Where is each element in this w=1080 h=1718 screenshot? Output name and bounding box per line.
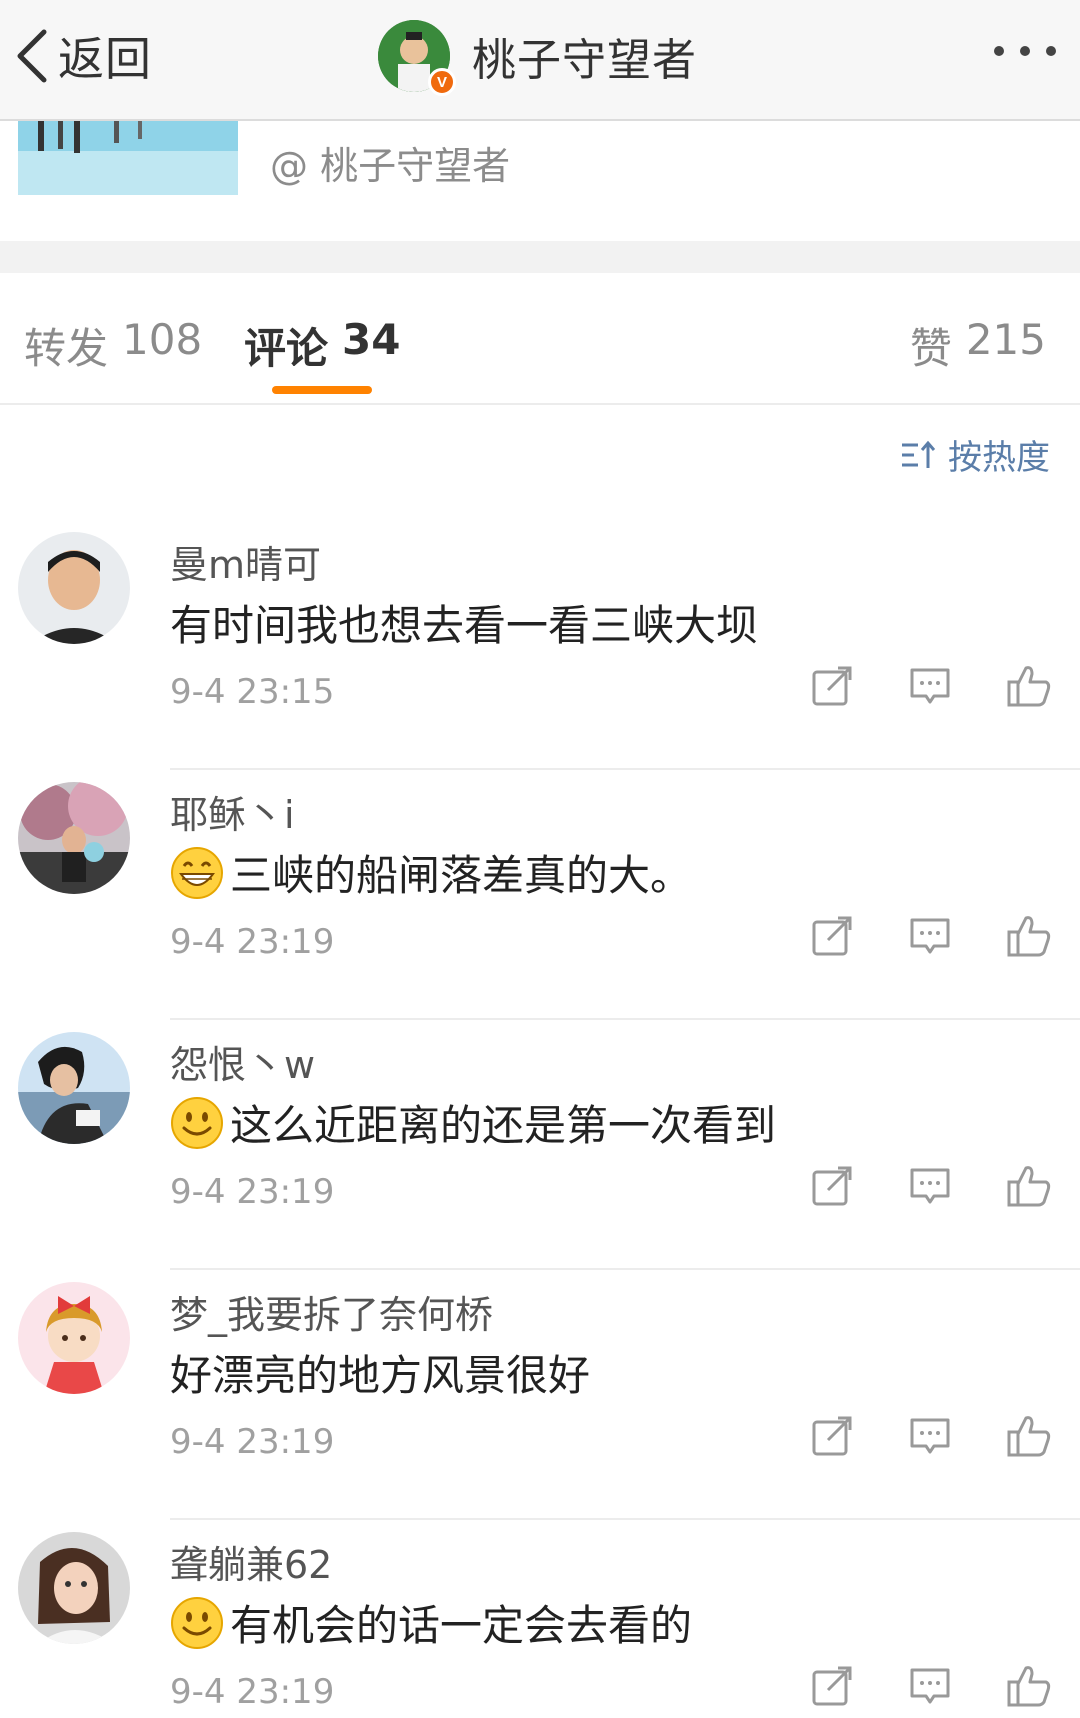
tab-likes-count: 215 (965, 315, 1046, 364)
share-icon[interactable] (810, 1414, 854, 1458)
comment-text: 三峡的船闸落差真的大。 (170, 842, 692, 903)
share-icon[interactable] (810, 914, 854, 958)
tab-comments[interactable]: 评论 34 (244, 315, 400, 376)
verified-badge: V (428, 68, 456, 96)
comment-text: 好漂亮的地方风景很好 (170, 1342, 590, 1403)
smile-emoji-icon (171, 1096, 223, 1149)
tab-likes[interactable]: 赞 215 (910, 315, 1046, 376)
tab-reposts-count: 108 (122, 315, 203, 364)
nav-avatar[interactable]: V (378, 20, 456, 96)
like-icon[interactable] (1006, 1664, 1052, 1708)
comment-item[interactable]: 梦_我要拆了奈何桥 好漂亮的地方风景很好 9-4 23:19 (0, 1270, 1080, 1520)
comment-text-content: 这么近距离的还是第一次看到 (230, 1101, 777, 1150)
comment-item[interactable]: 曼m晴可 有时间我也想去看一看三峡大坝 9-4 23:15 (0, 520, 1080, 770)
avatar[interactable] (18, 1032, 130, 1144)
section-gap (0, 241, 1080, 273)
like-icon[interactable] (1006, 664, 1052, 708)
post-author[interactable]: @ 桃子守望者 (270, 135, 510, 190)
comment-time: 9-4 23:19 (170, 1672, 335, 1712)
top-nav-bar: 返回 V 桃子守望者 (0, 0, 1080, 121)
comment-text: 有机会的话一定会去看的 (170, 1592, 692, 1653)
nav-title: 桃子守望者 (472, 35, 697, 86)
reply-icon[interactable] (908, 914, 952, 958)
sort-icon (902, 440, 936, 468)
comment-text: 这么近距离的还是第一次看到 (170, 1092, 776, 1153)
share-icon[interactable] (810, 1664, 854, 1708)
avatar[interactable] (18, 782, 130, 894)
comment-item[interactable]: 聋躺兼62 有机会的话一定会去看的 9-4 23:19 (0, 1520, 1080, 1718)
post-thumbnail[interactable] (18, 121, 238, 195)
tab-comments-label: 评论 (244, 324, 329, 373)
back-button[interactable]: 返回 (14, 26, 152, 86)
comment-actions (810, 914, 1052, 958)
tab-reposts-label: 转发 (24, 324, 109, 373)
comment-time: 9-4 23:19 (170, 1422, 335, 1462)
comment-item[interactable]: 耶稣丶i 三峡的船闸落差真的大。 9-4 23:19 (0, 770, 1080, 1020)
avatar[interactable] (18, 532, 130, 644)
grin-emoji-icon (171, 846, 223, 899)
comment-actions (810, 1164, 1052, 1208)
tab-reposts[interactable]: 转发 108 (24, 315, 202, 376)
comment-actions (810, 1414, 1052, 1458)
comment-username[interactable]: 梦_我要拆了奈何桥 (170, 1284, 493, 1339)
back-label: 返回 (58, 32, 152, 86)
reply-icon[interactable] (908, 664, 952, 708)
comment-text-content: 三峡的船闸落差真的大。 (230, 851, 693, 900)
comment-actions (810, 664, 1052, 708)
tab-bar: 转发 108 评论 34 赞 215 (0, 273, 1080, 405)
comment-text-content: 有机会的话一定会去看的 (230, 1601, 693, 1650)
more-dots-icon[interactable] (994, 46, 1056, 56)
reply-icon[interactable] (908, 1664, 952, 1708)
comment-time: 9-4 23:15 (170, 672, 335, 712)
like-icon[interactable] (1006, 914, 1052, 958)
comment-text-content: 好漂亮的地方风景很好 (170, 1351, 591, 1400)
share-icon[interactable] (810, 1164, 854, 1208)
tab-comments-count: 34 (342, 315, 401, 364)
chevron-left-icon (17, 29, 47, 83)
comment-username[interactable]: 聋躺兼62 (170, 1534, 332, 1589)
comment-username[interactable]: 曼m晴可 (170, 534, 321, 589)
tab-likes-label: 赞 (909, 324, 952, 373)
post-preview[interactable]: @ 桃子守望者 (0, 121, 1080, 241)
avatar[interactable] (18, 1282, 130, 1394)
comment-time: 9-4 23:19 (170, 1172, 335, 1212)
sort-label: 按热度 (948, 438, 1050, 478)
like-icon[interactable] (1006, 1164, 1052, 1208)
nav-user[interactable]: V 桃子守望者 (378, 18, 697, 96)
comment-text: 有时间我也想去看一看三峡大坝 (170, 592, 758, 653)
active-tab-indicator (272, 386, 372, 394)
comment-username[interactable]: 耶稣丶i (170, 784, 295, 839)
like-icon[interactable] (1006, 1414, 1052, 1458)
comment-item[interactable]: 怨恨丶w 这么近距离的还是第一次看到 9-4 23:19 (0, 1020, 1080, 1270)
comment-username[interactable]: 怨恨丶w (170, 1034, 315, 1089)
reply-icon[interactable] (908, 1414, 952, 1458)
comment-time: 9-4 23:19 (170, 922, 335, 962)
avatar[interactable] (18, 1532, 130, 1644)
smile-emoji-icon (171, 1596, 223, 1649)
comment-actions (810, 1664, 1052, 1708)
share-icon[interactable] (810, 664, 854, 708)
sort-button[interactable]: 按热度 (900, 430, 1050, 479)
comment-text-content: 有时间我也想去看一看三峡大坝 (170, 601, 759, 650)
reply-icon[interactable] (908, 1164, 952, 1208)
